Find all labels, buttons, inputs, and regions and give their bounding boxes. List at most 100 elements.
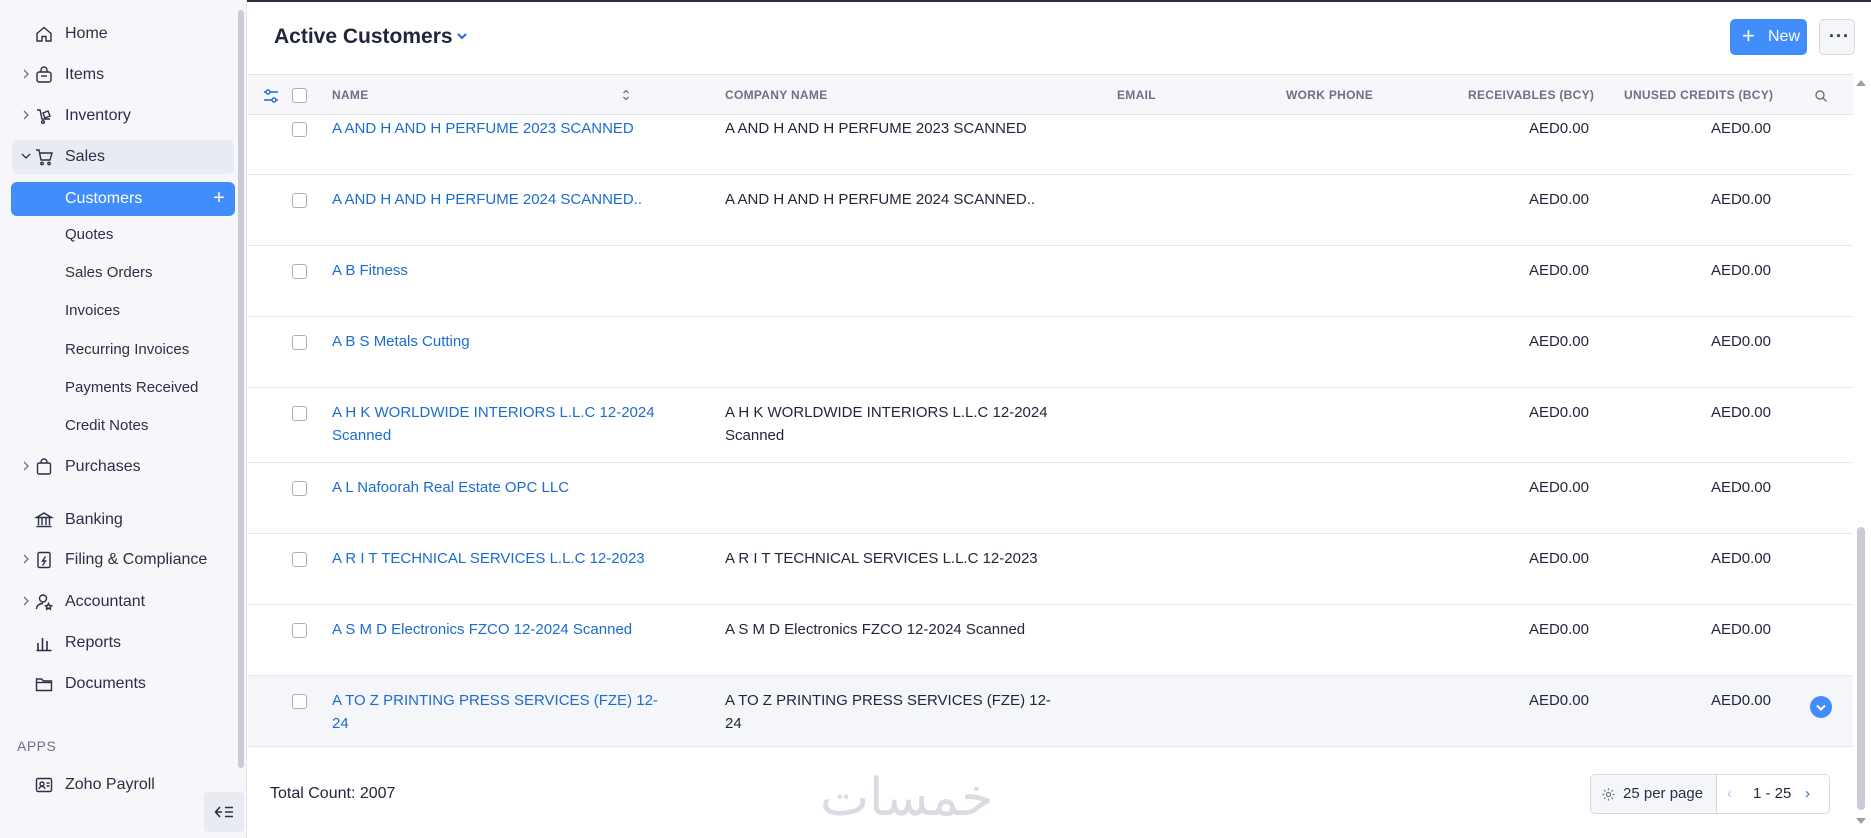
table-row[interactable]: A L Nafoorah Real Estate OPC LLC AED0.00… (248, 463, 1853, 534)
chevron-right-icon (23, 596, 29, 606)
next-page-button[interactable]: › (1805, 785, 1810, 802)
sidebar-item-purchases[interactable]: Purchases (0, 450, 240, 484)
unused-credits-value: AED0.00 (1710, 262, 1771, 279)
table-row[interactable]: A AND H AND H PERFUME 2024 SCANNED.. A A… (248, 175, 1853, 246)
sidebar-item-label: Customers (65, 190, 143, 207)
table-row[interactable]: A R I T TECHNICAL SERVICES L.L.C 12-2023… (248, 534, 1853, 605)
sidebar-item-recurring-invoices[interactable]: Recurring Invoices (65, 341, 189, 358)
sidebar-item-label: Inventory (65, 107, 131, 124)
chevron-right-icon (23, 69, 29, 79)
column-header-name[interactable]: NAME (332, 88, 369, 102)
basket-icon (36, 66, 52, 83)
chevron-right-icon (23, 110, 29, 120)
row-checkbox[interactable] (292, 552, 307, 567)
select-all-checkbox[interactable] (292, 88, 307, 103)
bar-chart-icon (36, 638, 52, 652)
search-icon[interactable] (1814, 89, 1828, 103)
row-checkbox[interactable] (292, 406, 307, 421)
chevron-down-icon (21, 153, 31, 159)
sidebar-item-filing-compliance[interactable]: Filing & Compliance (0, 543, 240, 577)
sidebar-item-label: Accountant (65, 593, 146, 610)
row-checkbox[interactable] (292, 264, 307, 279)
customer-name-link[interactable]: A B S Metals Cutting (332, 330, 672, 353)
scroll-up-arrow[interactable] (1856, 80, 1866, 86)
more-options-button[interactable]: ··· (1819, 19, 1855, 55)
unused-credits-value: AED0.00 (1710, 621, 1771, 638)
customer-name-link[interactable]: A L Nafoorah Real Estate OPC LLC (332, 476, 672, 499)
collapse-sidebar-button[interactable] (204, 792, 244, 832)
receivables-value: AED0.00 (1528, 621, 1589, 638)
sidebar-item-label: Reports (65, 634, 122, 651)
column-header-unused-credits[interactable]: UNUSED CREDITS (BCY) (1624, 88, 1773, 102)
customer-name-link[interactable]: A TO Z PRINTING PRESS SERVICES (FZE) 12-… (332, 689, 672, 735)
page-range: 1 - 25 (1753, 785, 1792, 802)
sidebar-item-sales-orders[interactable]: Sales Orders (65, 264, 153, 281)
sidebar-item-items[interactable]: Items (0, 58, 240, 92)
sidebar-item-payments-received[interactable]: Payments Received (65, 379, 198, 396)
unused-credits-value: AED0.00 (1710, 191, 1771, 208)
table-scrollbar-thumb[interactable] (1857, 527, 1865, 810)
per-page-selector[interactable]: 25 per page (1591, 775, 1717, 813)
column-settings-icon[interactable] (262, 87, 280, 105)
sidebar-scrollbar[interactable] (238, 10, 244, 768)
sort-icon[interactable] (622, 88, 630, 102)
customer-name-link[interactable]: A B Fitness (332, 259, 672, 282)
payroll-icon (35, 777, 53, 793)
row-checkbox[interactable] (292, 122, 307, 137)
page-title[interactable]: Active Customers (274, 25, 453, 49)
table-row[interactable]: A H K WORLDWIDE INTERIORS L.L.C 12-2024 … (248, 388, 1853, 463)
cart-icon (36, 149, 53, 166)
scroll-down-arrow[interactable] (1856, 818, 1866, 824)
customer-name-link[interactable]: A H K WORLDWIDE INTERIORS L.L.C 12-2024 … (332, 401, 672, 447)
table-row[interactable]: A S M D Electronics FZCO 12-2024 Scanned… (248, 605, 1853, 676)
sidebar-item-home[interactable]: Home (0, 17, 240, 51)
compliance-icon (37, 551, 51, 569)
row-checkbox[interactable] (292, 193, 307, 208)
table-row[interactable]: A B Fitness AED0.00 AED0.00 (248, 246, 1853, 317)
sidebar-item-quotes[interactable]: Quotes (65, 226, 113, 243)
column-header-company[interactable]: COMPANY NAME (725, 88, 828, 102)
bank-icon (34, 512, 54, 528)
unused-credits-value: AED0.00 (1710, 404, 1771, 421)
sidebar-item-label: Documents (65, 675, 146, 692)
chevron-down-icon[interactable] (456, 31, 468, 41)
sidebar-item-customers[interactable]: Customers + (11, 182, 235, 216)
apps-section-label: APPS (17, 738, 57, 754)
table-row[interactable]: A TO Z PRINTING PRESS SERVICES (FZE) 12-… (248, 676, 1853, 747)
sidebar-item-invoices[interactable]: Invoices (65, 302, 120, 319)
receivables-value: AED0.00 (1528, 120, 1589, 137)
sidebar-item-sales[interactable]: Sales (12, 140, 234, 174)
table-row[interactable]: A B S Metals Cutting AED0.00 AED0.00 (248, 317, 1853, 388)
sidebar-item-credit-notes[interactable]: Credit Notes (65, 417, 148, 434)
sidebar-item-documents[interactable]: Documents (0, 667, 240, 701)
customer-name-link[interactable]: A S M D Electronics FZCO 12-2024 Scanned (332, 618, 672, 641)
column-header-email[interactable]: EMAIL (1117, 88, 1156, 102)
add-customer-icon[interactable]: + (209, 188, 229, 208)
top-border (0, 0, 1871, 2)
sidebar-item-reports[interactable]: Reports (0, 626, 240, 660)
customer-name-link[interactable]: A R I T TECHNICAL SERVICES L.L.C 12-2023 (332, 547, 672, 570)
new-customer-button[interactable]: + New (1730, 19, 1807, 55)
customer-name-link[interactable]: A AND H AND H PERFUME 2024 SCANNED.. (332, 188, 672, 211)
accountant-icon (35, 594, 54, 611)
column-header-work-phone[interactable]: WORK PHONE (1286, 88, 1373, 102)
sidebar-item-label: Sales (65, 148, 106, 165)
row-checkbox[interactable] (292, 623, 307, 638)
customer-name-link[interactable]: A AND H AND H PERFUME 2023 SCANNED (332, 117, 672, 140)
column-header-receivables[interactable]: RECEIVABLES (BCY) (1468, 88, 1594, 102)
row-checkbox[interactable] (292, 694, 307, 709)
company-name: A R I T TECHNICAL SERVICES L.L.C 12-2023 (725, 550, 1038, 567)
plus-icon: + (1742, 23, 1755, 48)
table-row[interactable]: A AND H AND H PERFUME 2023 SCANNED A AND… (248, 115, 1853, 175)
sidebar-item-inventory[interactable]: Inventory (0, 99, 240, 133)
receivables-value: AED0.00 (1528, 550, 1589, 567)
receivables-value: AED0.00 (1528, 191, 1589, 208)
row-actions-button[interactable] (1810, 696, 1832, 718)
sidebar-item-label: Banking (65, 511, 123, 528)
sidebar-item-banking[interactable]: Banking (0, 503, 240, 537)
pagination: 25 per page ‹ 1 - 25 › (1590, 774, 1830, 814)
sidebar-item-accountant[interactable]: Accountant (0, 585, 240, 619)
previous-page-button[interactable]: ‹ (1727, 785, 1732, 802)
row-checkbox[interactable] (292, 335, 307, 350)
row-checkbox[interactable] (292, 481, 307, 496)
